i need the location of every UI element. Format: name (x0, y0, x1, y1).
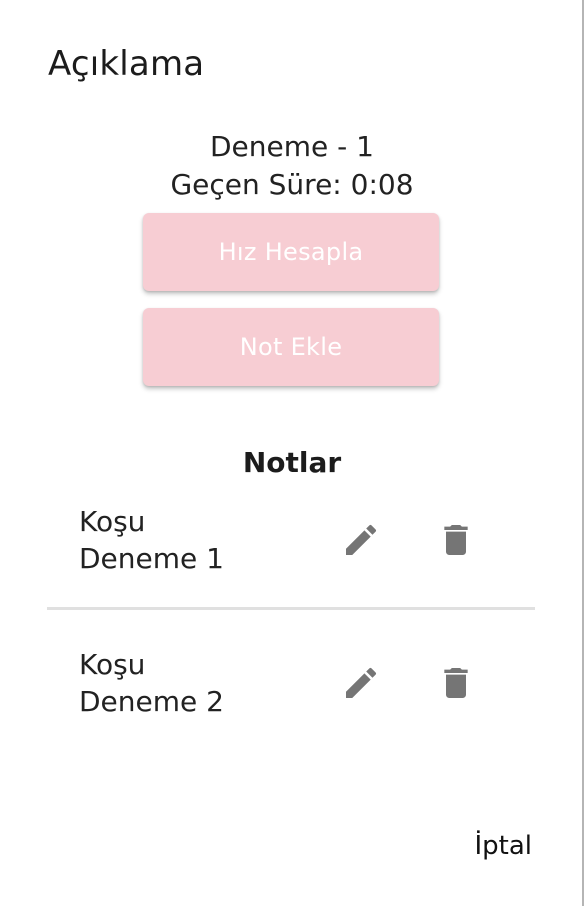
dialog-title: Açıklama (48, 44, 205, 84)
delete-icon (444, 668, 468, 698)
edit-note-button[interactable] (337, 659, 385, 707)
delete-note-button[interactable] (432, 516, 480, 564)
note-title-line: Koşu (79, 648, 146, 681)
note-list-item: Koşu Deneme 1 (47, 503, 535, 603)
trial-label: Deneme - 1 (210, 130, 374, 163)
delete-note-button[interactable] (432, 659, 480, 707)
note-divider (47, 607, 535, 610)
cancel-button[interactable]: İptal (474, 831, 532, 861)
note-text: Koşu Deneme 1 (79, 503, 224, 577)
elapsed-time-label: Geçen Süre: 0:08 (170, 168, 414, 201)
note-title-line: Koşu (79, 505, 146, 538)
delete-icon (444, 525, 468, 555)
note-text: Koşu Deneme 2 (79, 646, 224, 720)
add-note-button[interactable]: Not Ekle (143, 308, 439, 386)
edit-icon (346, 524, 377, 555)
note-subtitle-line: Deneme 2 (79, 685, 224, 718)
notes-section-title: Notlar (242, 446, 342, 479)
calculate-speed-button[interactable]: Hız Hesapla (143, 213, 439, 291)
edit-icon (346, 667, 377, 698)
note-subtitle-line: Deneme 1 (79, 542, 224, 575)
note-list-item: Koşu Deneme 2 (47, 646, 535, 746)
edit-note-button[interactable] (337, 516, 385, 564)
description-dialog: Açıklama Deneme - 1 Geçen Süre: 0:08 Hız… (0, 0, 584, 906)
